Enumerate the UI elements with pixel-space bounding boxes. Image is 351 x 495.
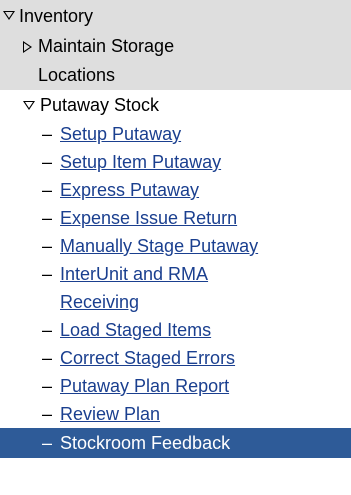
tree-node-putaway-stock[interactable]: Putaway Stock (0, 90, 351, 120)
menu-item-correct-staged-errors[interactable]: – Correct Staged Errors (0, 344, 351, 372)
dash-bullet: – (42, 208, 53, 228)
menu-item-expense-issue-return[interactable]: – Expense Issue Return (0, 204, 351, 232)
load-staged-items-link[interactable]: Load Staged Items (60, 316, 211, 344)
collapsed-triangle-icon[interactable] (23, 41, 32, 53)
dash-bullet: – (42, 124, 53, 144)
dash-bullet: – (42, 180, 53, 200)
menu-item-interunit-and-rma-receiving[interactable]: – InterUnit and RMA Receiving (0, 260, 351, 316)
putaway-plan-report-link[interactable]: Putaway Plan Report (60, 372, 229, 400)
review-plan-link[interactable]: Review Plan (60, 400, 160, 428)
tree-node-inventory[interactable]: Inventory (0, 0, 351, 32)
dash-bullet: – (42, 376, 53, 396)
dash-bullet: – (42, 433, 53, 453)
manually-stage-putaway-link[interactable]: Manually Stage Putaway (60, 232, 258, 260)
expense-issue-return-link[interactable]: Expense Issue Return (60, 204, 237, 232)
correct-staged-errors-link[interactable]: Correct Staged Errors (60, 344, 235, 372)
expanded-triangle-icon[interactable] (23, 101, 35, 110)
menu-item-setup-item-putaway[interactable]: – Setup Item Putaway (0, 148, 351, 176)
tree-node-label: Putaway Stock (40, 95, 160, 115)
menu-item-review-plan[interactable]: – Review Plan (0, 400, 351, 428)
menu-item-putaway-plan-report[interactable]: – Putaway Plan Report (0, 372, 351, 400)
menu-item-load-staged-items[interactable]: – Load Staged Items (0, 316, 351, 344)
expanded-triangle-icon[interactable] (3, 11, 15, 20)
tree-node-maintain-storage-locations[interactable]: Maintain Storage Locations (0, 32, 351, 90)
dash-bullet: – (42, 320, 53, 340)
setup-item-putaway-link[interactable]: Setup Item Putaway (60, 148, 221, 176)
menu-item-stockroom-feedback[interactable]: – Stockroom Feedback (0, 428, 351, 458)
tree-node-label: Inventory (19, 6, 94, 26)
tree-node-label-line2: Locations (38, 65, 116, 85)
dash-bullet: – (42, 236, 53, 256)
setup-putaway-link[interactable]: Setup Putaway (60, 120, 181, 148)
menu-item-manually-stage-putaway[interactable]: – Manually Stage Putaway (0, 232, 351, 260)
menu-item-setup-putaway[interactable]: – Setup Putaway (0, 120, 351, 148)
dash-bullet: – (42, 404, 53, 424)
menu-item-express-putaway[interactable]: – Express Putaway (0, 176, 351, 204)
interunit-rma-receiving-link-line2[interactable]: Receiving (60, 288, 139, 316)
interunit-rma-receiving-link-line1[interactable]: InterUnit and RMA (60, 260, 208, 288)
tree-node-label-line1: Maintain Storage (38, 36, 175, 56)
stockroom-feedback-selected-label[interactable]: Stockroom Feedback (60, 428, 230, 458)
dash-bullet: – (42, 152, 53, 172)
express-putaway-link[interactable]: Express Putaway (60, 176, 199, 204)
dash-bullet: – (42, 264, 53, 284)
dash-bullet: – (42, 348, 53, 368)
navigation-tree: Inventory Maintain Storage Locations Put… (0, 0, 351, 458)
